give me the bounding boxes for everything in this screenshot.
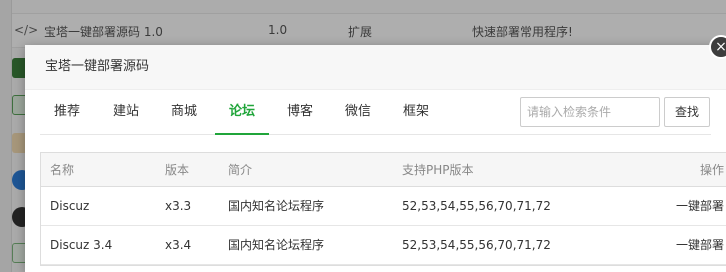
table-row: Discuz x3.3 国内知名论坛程序 52,53,54,55,56,70,7… [41,187,726,226]
close-icon[interactable]: × [709,35,726,59]
one-click-deploy-dialog: 宝塔一键部署源码 推荐 建站 商城 论坛 博客 微信 框架 查找 名称 版本 简… [25,45,726,272]
row-desc: 国内知名论坛程序 [228,238,325,252]
table-header: 名称 版本 简介 支持PHP版本 操作 [41,153,726,187]
tab-recommend[interactable]: 推荐 [40,90,94,135]
search-input[interactable] [520,97,660,127]
tab-mall[interactable]: 商城 [157,90,211,135]
tab-framework[interactable]: 框架 [389,90,443,135]
search-button[interactable]: 查找 [664,97,710,127]
header-desc: 简介 [228,163,253,177]
header-action: 操作 [699,163,724,177]
row-php: 52,53,54,55,56,70,71,72 [402,199,551,213]
row-name: Discuz 3.4 [50,238,113,252]
table-row: Discuz 3.4 x3.4 国内知名论坛程序 52,53,54,55,56,… [41,226,726,265]
row-version: x3.3 [165,199,192,213]
row-desc: 国内知名论坛程序 [228,199,325,213]
deploy-button[interactable]: 一键部署 [676,226,724,265]
header-version: 版本 [165,163,190,177]
tab-blog[interactable]: 博客 [273,90,327,135]
header-name: 名称 [50,163,75,177]
dialog-title: 宝塔一键部署源码 [25,45,726,90]
program-table: 名称 版本 简介 支持PHP版本 操作 Discuz x3.3 国内知名论坛程序… [40,152,726,266]
deploy-button[interactable]: 一键部署 [676,187,724,226]
tab-forum[interactable]: 论坛 [215,90,270,135]
row-name: Discuz [50,199,90,213]
row-php: 52,53,54,55,56,70,71,72 [402,238,551,252]
row-version: x3.4 [165,238,192,252]
tab-website[interactable]: 建站 [99,90,153,135]
tab-wechat[interactable]: 微信 [331,90,385,135]
header-php: 支持PHP版本 [402,163,474,177]
